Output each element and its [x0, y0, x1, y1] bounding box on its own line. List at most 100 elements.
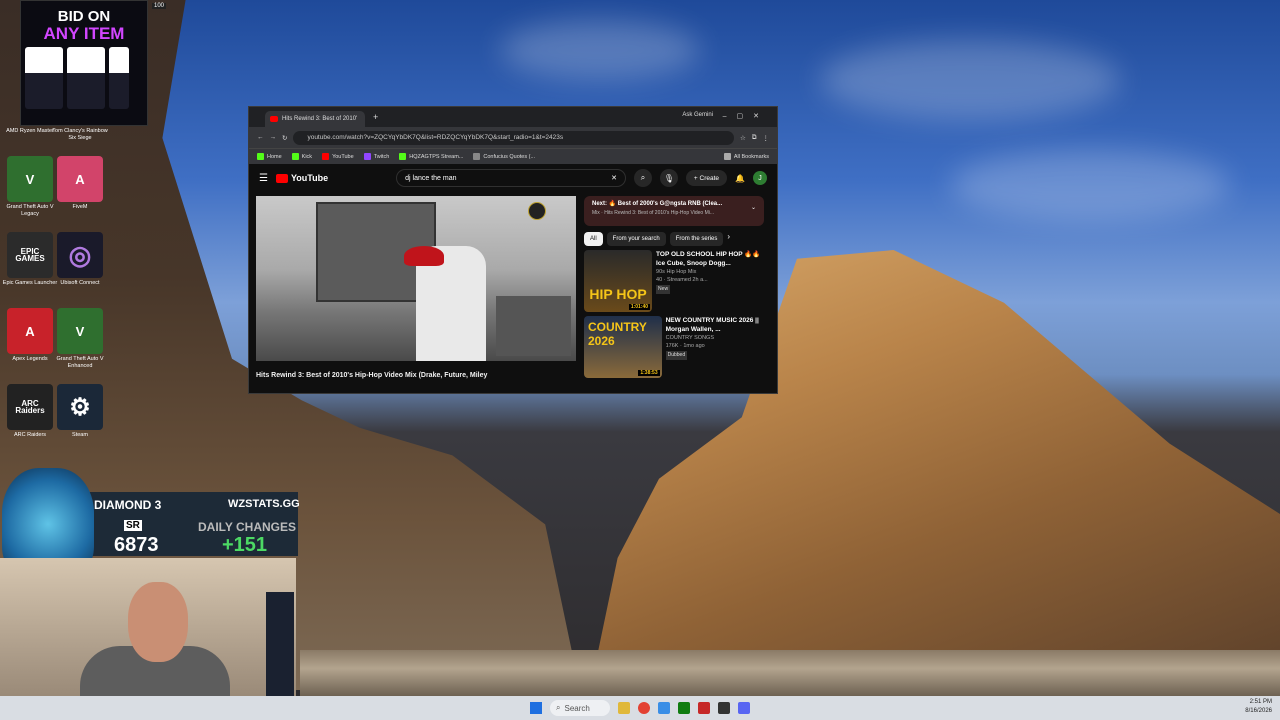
recommendation-thumbnail: HIP HOP 1:01:40	[584, 250, 653, 312]
ad-banner[interactable]: BID ON ANY ITEM	[20, 0, 148, 126]
daily-changes-value: +151	[222, 534, 268, 556]
all-bookmarks[interactable]: All Bookmarks	[723, 153, 769, 160]
search-button-icon[interactable]: ⌕	[633, 169, 652, 187]
fivem-icon: A	[57, 156, 103, 202]
sr-label: SR	[124, 520, 142, 531]
chevron-right-icon[interactable]: ›	[727, 232, 730, 246]
ad-card	[109, 47, 129, 109]
browser-window[interactable]: Hits Rewind 3: Best of 2010' + Ask Gemin…	[248, 106, 778, 394]
apex-icon: A	[7, 308, 53, 354]
youtube-search-input[interactable]: dj lance the man ✕	[396, 169, 626, 187]
chrome-icon[interactable]	[638, 702, 650, 714]
webcam-feed	[0, 558, 296, 706]
daily-changes-label: DAILY CHANGES	[198, 520, 297, 534]
video-duration: 1:38:53	[638, 370, 660, 376]
recommendation-info: NEW COUNTRY MUSIC 2026 || Morgan Wallen,…	[665, 316, 766, 378]
arc-raiders-icon: ARC Raiders	[7, 384, 53, 430]
filter-chips: All From your search From the series ›	[584, 232, 730, 246]
youtube-play-icon	[275, 173, 288, 183]
video-title: Hits Rewind 3: Best of 2010's Hip-Hop Vi…	[256, 372, 488, 379]
ask-gemini-button[interactable]: Ask Gemini	[682, 112, 713, 118]
desktop-icon-label: AMD Ryzen Master	[6, 128, 54, 134]
video-player[interactable]	[256, 196, 576, 361]
tab-youtube[interactable]: Hits Rewind 3: Best of 2010'	[265, 111, 365, 127]
site-label: WZSTATS.GG	[228, 498, 300, 510]
chevron-down-icon[interactable]: ⌄	[751, 204, 756, 211]
next-in-mix[interactable]: Next: 🔥 Best of 2000's G@ngsta RNB (Clea…	[584, 196, 764, 226]
url-field[interactable]: youtube.com/watch?v=ZQCYqYbDK7Q&list=RDZ…	[293, 130, 735, 145]
sr-value: 6873	[114, 534, 159, 556]
chip-from-series[interactable]: From the series	[669, 232, 724, 246]
bookmark-kick[interactable]: Kick	[291, 153, 312, 160]
bookmark-star-icon[interactable]: ☆	[740, 134, 746, 142]
app-icon[interactable]	[658, 702, 670, 714]
desktop-icon-label: FiveM	[72, 204, 88, 210]
next-subtitle: Mix · Hits Rewind 3: Best of 2010's Hip-…	[592, 210, 715, 216]
taskbar-search-placeholder: Search	[564, 703, 590, 713]
xbox-icon[interactable]	[678, 702, 690, 714]
bookmark-stream[interactable]: HQZAGTPS Stream...	[399, 153, 463, 160]
desktop-icon-steam[interactable]: ⚙ Steam	[50, 384, 110, 439]
address-bar-row: ← → ↻ youtube.com/watch?v=ZQCYqYbDK7Q&li…	[249, 127, 777, 148]
recommendation-item[interactable]: HIP HOP 1:01:40 TOP OLD SCHOOL HIP HOP 🔥…	[584, 250, 766, 312]
new-tab-button[interactable]: +	[373, 112, 378, 122]
video-scene	[496, 296, 571, 356]
desktop-icon-r6[interactable]: Tom Clancy's Rainbow Six Siege	[50, 128, 110, 142]
clear-search-icon[interactable]: ✕	[611, 174, 617, 182]
channel-watermark-icon	[528, 202, 546, 220]
system-tray[interactable]: 2:51 PM 8/16/2026	[1245, 698, 1272, 716]
create-button[interactable]: + Create	[685, 170, 728, 186]
gta-icon: V	[57, 308, 103, 354]
ad-cards	[21, 43, 147, 113]
file-explorer-icon[interactable]	[618, 702, 630, 714]
discord-icon[interactable]	[738, 702, 750, 714]
bookmark-twitch[interactable]: Twitch	[363, 153, 389, 160]
tab-bar: Hits Rewind 3: Best of 2010' + Ask Gemin…	[249, 107, 777, 127]
steam-icon: ⚙	[57, 384, 103, 430]
desktop-icon-label: Grand Theft Auto V Legacy	[6, 204, 54, 217]
youtube-logo[interactable]: YouTube	[275, 173, 328, 183]
gta-icon: V	[7, 156, 53, 202]
hamburger-menu-icon[interactable]: ☰	[259, 173, 268, 184]
back-icon[interactable]: ←	[257, 134, 264, 141]
menu-icon[interactable]: ⋮	[763, 134, 770, 142]
recommendation-item[interactable]: COUNTRY 2026 1:38:53 NEW COUNTRY MUSIC 2…	[584, 316, 766, 378]
webcam-scene	[266, 592, 294, 696]
ubisoft-icon: ◎	[57, 232, 103, 278]
tab-title: Hits Rewind 3: Best of 2010'	[282, 116, 358, 122]
cloud	[820, 40, 1120, 120]
video-scene	[404, 246, 444, 266]
ad-card	[25, 47, 63, 109]
chip-all[interactable]: All	[584, 232, 603, 246]
epic-games-icon: EPIC GAMES	[7, 232, 53, 278]
app-icon[interactable]	[718, 702, 730, 714]
search-value: dj lance the man	[405, 174, 457, 182]
avatar[interactable]: J	[753, 171, 767, 185]
desktop-icon-fivem[interactable]: A FiveM	[50, 156, 110, 211]
desktop-icon-ubisoft[interactable]: ◎ Ubisoft Connect	[50, 232, 110, 287]
cloud	[950, 150, 1230, 220]
taskbar-search[interactable]: ⌕ Search	[550, 700, 610, 716]
bookmarks-bar: Home Kick YouTube Twitch HQZAGTPS Stream…	[249, 148, 777, 164]
desktop-icon-gta-enhanced[interactable]: V Grand Theft Auto V Enhanced	[50, 308, 110, 370]
bookmark-youtube[interactable]: YouTube	[322, 153, 354, 160]
next-title: Next: 🔥 Best of 2000's G@ngsta RNB (Clea…	[592, 201, 723, 207]
chip-from-search[interactable]: From your search	[606, 232, 666, 246]
window-controls[interactable]: –▢✕	[723, 112, 769, 120]
reload-icon[interactable]: ↻	[282, 134, 287, 142]
voice-search-icon[interactable]: 🎙	[659, 169, 678, 187]
start-icon[interactable]	[530, 702, 542, 714]
bookmark-home[interactable]: Home	[257, 153, 282, 160]
bookmark-quotes[interactable]: Confucius Quotes (...	[473, 153, 535, 160]
recommendation-info: TOP OLD SCHOOL HIP HOP 🔥🔥 Ice Cube, Snoo…	[656, 250, 766, 312]
recommendation-channel: COUNTRY SONGS	[665, 335, 714, 341]
recommendation-meta: 176K · 1mo ago	[665, 343, 705, 349]
extensions-icon[interactable]: ⧉	[752, 134, 757, 142]
forward-icon[interactable]: →	[270, 134, 277, 141]
clock-date: 8/16/2026	[1245, 708, 1272, 714]
desktop-icon-label: Ubisoft Connect	[60, 280, 100, 286]
desktop-icon-label: Apex Legends	[12, 356, 48, 362]
cloud	[500, 20, 700, 80]
app-icon[interactable]	[698, 702, 710, 714]
notifications-bell-icon[interactable]: 🔔	[735, 174, 745, 183]
